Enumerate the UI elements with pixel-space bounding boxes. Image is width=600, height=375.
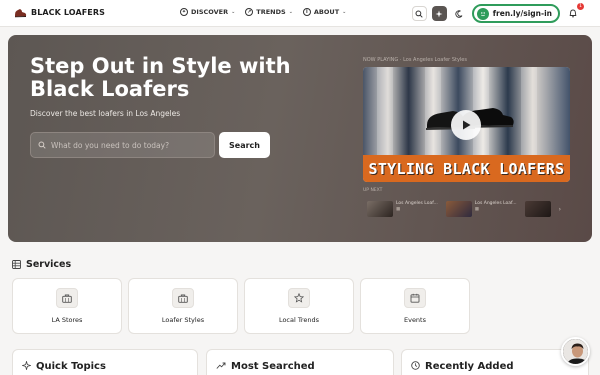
video-playlist: Los Angeles Loaf... ■ Los Angeles Loaf..… (367, 199, 572, 219)
sign-in-label: fren.ly/sign-in (492, 9, 552, 18)
search-button[interactable] (411, 6, 427, 21)
playlist-item-title: Los Angeles Loaf... (474, 201, 517, 206)
quick-topics-title: Quick Topics (36, 361, 106, 372)
video-banner-text: STYLING BLACK LOAFERS (368, 159, 565, 178)
service-card-events[interactable]: Events (360, 278, 470, 334)
info-icon: i (302, 8, 311, 16)
clock-icon (411, 361, 420, 370)
bell-icon (569, 9, 576, 18)
header-tools: fren.ly/sign-in 1 (411, 3, 584, 23)
playlist-thumbnail (445, 201, 472, 217)
service-label: Events (403, 316, 426, 324)
search-submit-button[interactable]: Search (219, 132, 270, 158)
playlist-item[interactable]: Los Angeles Loaf... ■ (445, 201, 517, 217)
notification-badge: 1 (577, 3, 584, 10)
service-label: Loafer Styles (161, 316, 205, 324)
top-navbar: BLACK LOAFERS ✦ DISCOVER ⌄ ↗ TRENDS ⌄ i … (0, 0, 600, 27)
hero-section: Step Out in Style with Black Loafers Dis… (8, 35, 592, 242)
brand-name: BLACK LOAFERS (31, 8, 105, 17)
chevron-down-icon: ⌄ (231, 9, 236, 15)
up-next-label: UP NEXT (363, 188, 383, 193)
chevron-right-icon[interactable]: › (559, 206, 561, 213)
briefcase-icon (56, 288, 78, 308)
star-icon (288, 288, 310, 308)
service-card-loafer-styles[interactable]: Loafer Styles (128, 278, 238, 334)
service-label: LA Stores (51, 316, 83, 324)
services-heading: Services (12, 259, 71, 270)
briefcase-icon (172, 288, 194, 308)
hero-search-box[interactable] (30, 132, 215, 158)
playlist-item-meta: ■ (474, 207, 480, 212)
service-card-la-stores[interactable]: LA Stores (12, 278, 122, 334)
sparkle-icon (435, 10, 443, 17)
play-icon (463, 120, 471, 130)
chevron-down-icon: ⌄ (288, 9, 293, 15)
recently-added-title: Recently Added (425, 361, 514, 372)
theme-toggle[interactable] (452, 6, 467, 21)
service-label: Local Trends (278, 316, 320, 324)
grid-icon (12, 260, 21, 269)
most-searched-panel: Most Searched (206, 349, 394, 375)
loafer-logo-icon (15, 9, 27, 18)
quick-topics-panel: Quick Topics (12, 349, 198, 375)
sign-in-button[interactable]: fren.ly/sign-in (471, 4, 560, 23)
nav-trends-label: TRENDS (256, 8, 286, 16)
services-grid: LA Stores Loafer Styles Local Trends Eve… (12, 278, 470, 334)
video-banner: STYLING BLACK LOAFERS (363, 155, 570, 182)
video-player[interactable]: STYLING BLACK LOAFERS (363, 67, 570, 182)
now-playing-label: NOW PLAYING · Los Angeles Loafer Styles (363, 57, 467, 63)
main-nav: ✦ DISCOVER ⌄ ↗ TRENDS ⌄ i ABOUT ⌄ (180, 8, 346, 16)
moon-icon (455, 9, 463, 18)
services-title: Services (26, 259, 72, 270)
calendar-icon (404, 288, 426, 308)
service-card-local-trends[interactable]: Local Trends (244, 278, 354, 334)
chevron-down-icon: ⌄ (342, 9, 347, 15)
playlist-item-title: Los Angeles Loaf... (396, 201, 438, 206)
nav-trends[interactable]: ↗ TRENDS ⌄ (245, 8, 293, 16)
assistant-avatar[interactable] (561, 337, 590, 366)
trend-icon: ↗ (245, 8, 254, 16)
sparkle-icon (22, 361, 31, 370)
hero-subtitle: Discover the best loafers in Los Angeles (30, 109, 181, 118)
nav-about[interactable]: i ABOUT ⌄ (302, 8, 347, 16)
play-button[interactable] (451, 110, 481, 140)
hero-title: Step Out in Style with Black Loafers (30, 54, 291, 101)
most-searched-title: Most Searched (231, 361, 315, 372)
trend-icon (216, 362, 226, 369)
playlist-item[interactable]: Los Angeles Loaf... ■ (367, 201, 438, 217)
compass-icon: ✦ (180, 8, 188, 16)
search-input[interactable] (51, 140, 211, 150)
nav-discover[interactable]: ✦ DISCOVER ⌄ (180, 8, 235, 16)
notifications-button[interactable]: 1 (565, 3, 584, 21)
playlist-thumbnail (367, 201, 393, 217)
playlist-item-meta: ■ (396, 207, 401, 212)
nav-discover-label: DISCOVER (191, 8, 229, 16)
brand-logo[interactable]: BLACK LOAFERS (14, 7, 105, 18)
smiley-icon (476, 7, 489, 20)
search-icon (415, 10, 423, 18)
playlist-item[interactable] (524, 201, 551, 217)
nav-about-label: ABOUT (313, 8, 340, 16)
search-icon (38, 141, 46, 149)
playlist-thumbnail (524, 201, 551, 217)
effects-toggle[interactable] (431, 6, 447, 21)
